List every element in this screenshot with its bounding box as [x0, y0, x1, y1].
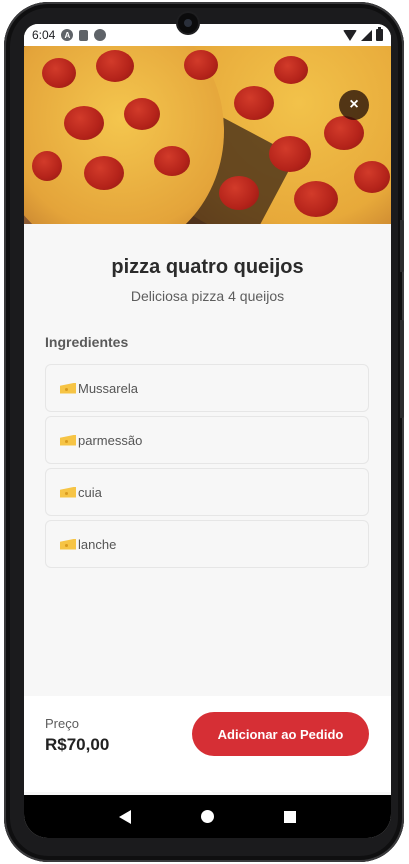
add-to-order-button[interactable]: Adicionar ao Pedido [192, 712, 369, 756]
front-camera [178, 13, 198, 33]
pepperoni [269, 136, 311, 172]
ingredient-label: cuia [78, 484, 102, 500]
price-label: Preço [45, 716, 79, 731]
volume-button [400, 320, 404, 418]
app-notification-icon: A [61, 29, 74, 41]
cheese-icon [60, 486, 76, 498]
cheese-icon [60, 538, 76, 550]
pepperoni [64, 106, 104, 140]
sd-card-icon [79, 29, 89, 41]
status-time: 6:04 [32, 28, 56, 42]
sync-icon [94, 29, 107, 41]
pepperoni [219, 176, 259, 210]
pepperoni [154, 146, 190, 176]
ingredient-label: parmessão [78, 432, 143, 448]
ingredient-label: lanche [78, 536, 117, 552]
back-icon[interactable] [119, 809, 131, 824]
pepperoni [96, 50, 134, 82]
ingredient-item[interactable]: parmessão [45, 416, 369, 464]
ingredient-item[interactable]: cuia [45, 468, 369, 516]
pepperoni [234, 86, 274, 120]
pepperoni [42, 58, 76, 88]
pepperoni [124, 98, 160, 130]
ingredient-item[interactable]: Mussarela [45, 364, 369, 412]
order-bar: Preço R$70,00 Adicionar ao Pedido [24, 696, 391, 792]
pepperoni [32, 151, 62, 181]
pepperoni [294, 181, 338, 217]
system-nav-bar [24, 795, 391, 838]
product-description: Deliciosa pizza 4 queijos [130, 288, 285, 304]
status-bar: 6:04 A [24, 24, 391, 46]
phone-frame: 6:04 A × pizza quatro queijos Deliciosa … [4, 2, 404, 862]
signal-icon [361, 29, 372, 41]
ingredient-item[interactable]: lanche [45, 520, 369, 568]
product-image: × [24, 46, 391, 224]
pepperoni [84, 156, 124, 190]
price-value: R$70,00 [45, 735, 110, 754]
battery-icon [376, 27, 383, 41]
home-icon[interactable] [201, 810, 214, 823]
pepperoni [324, 116, 364, 150]
cheese-icon [60, 382, 76, 394]
cheese-icon [60, 434, 76, 446]
power-button [400, 220, 404, 272]
pepperoni [354, 161, 390, 193]
ingredients-list: Mussarela parmessão cuia lanche [45, 364, 369, 572]
product-title: pizza quatro queijos [111, 256, 304, 278]
screen: 6:04 A × pizza quatro queijos Deliciosa … [24, 24, 391, 838]
ingredient-label: Mussarela [78, 380, 138, 396]
close-button[interactable]: × [339, 90, 369, 120]
pepperoni [184, 50, 218, 80]
pepperoni [274, 56, 308, 84]
recent-apps-icon[interactable] [284, 810, 296, 823]
ingredients-heading: Ingredientes [45, 334, 129, 350]
wifi-icon [343, 29, 357, 41]
